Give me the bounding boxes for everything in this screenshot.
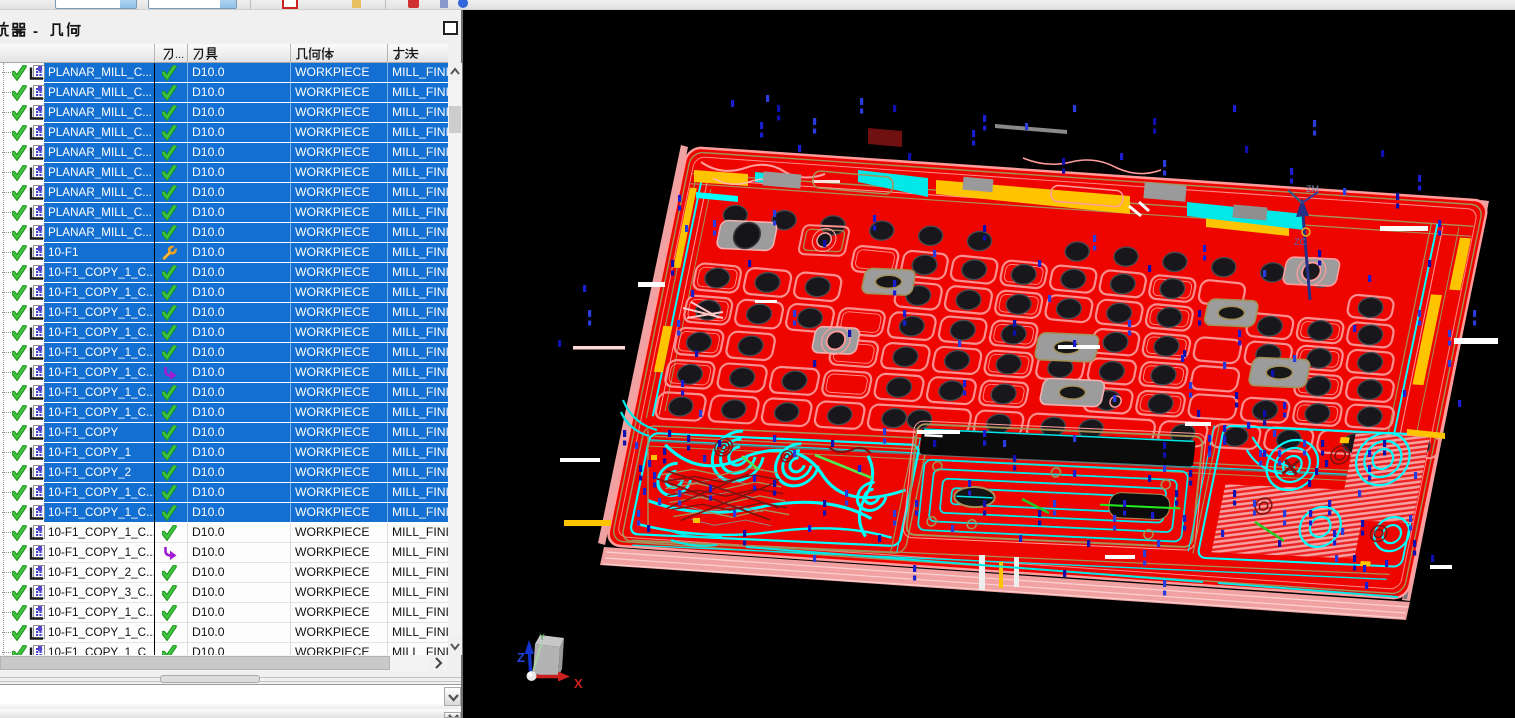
svg-text:-: - (33, 23, 38, 40)
svg-text:ZM: ZM (1306, 184, 1319, 194)
svg-text:ZC: ZC (1294, 237, 1306, 247)
svg-text:Z: Z (517, 650, 525, 665)
svg-text:Y: Y (539, 632, 545, 642)
svg-text:...: ... (175, 49, 184, 61)
svg-text:X: X (574, 676, 583, 691)
